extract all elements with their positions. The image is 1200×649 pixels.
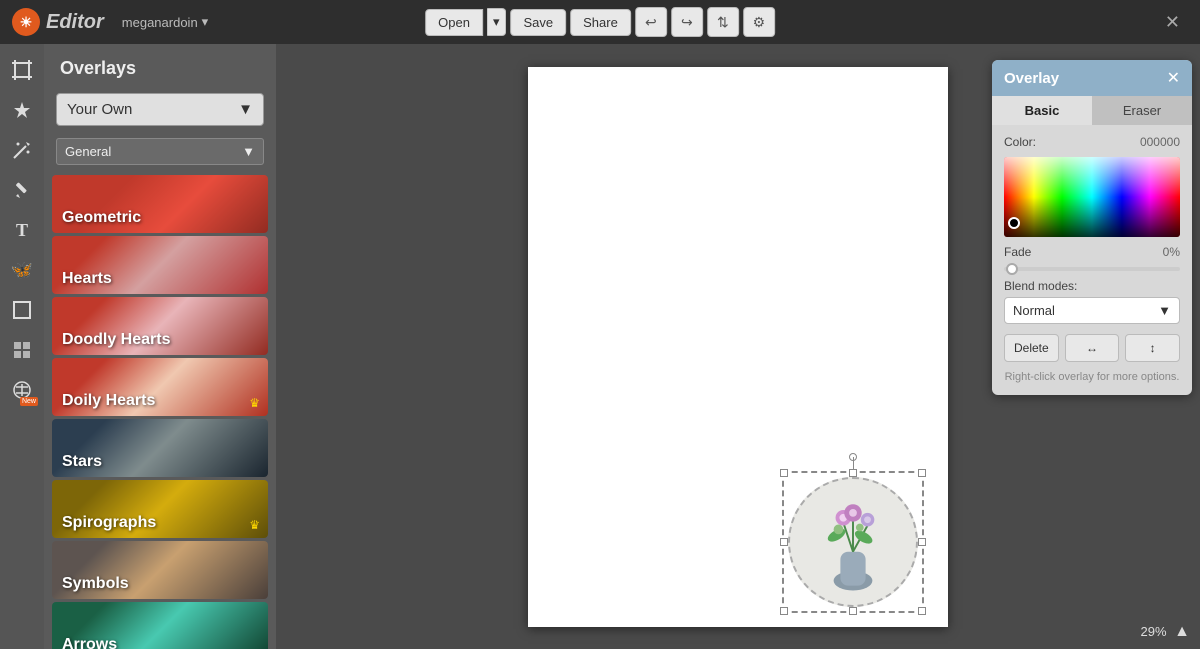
crown-badge-icon: ♛: [249, 396, 260, 410]
overlay-list: GeometricHeartsDoodly HeartsDoily Hearts…: [44, 171, 276, 649]
dropdown-arrow-icon: ▼: [238, 101, 253, 118]
frames-tool[interactable]: [6, 334, 38, 366]
fade-row: Fade 0%: [1004, 245, 1180, 259]
butterfly-tool[interactable]: 🦋: [6, 254, 38, 286]
overlay-item-label: Stars: [52, 447, 112, 477]
crown-badge-icon: ♛: [249, 518, 260, 532]
logo-area: ☀ Editor: [12, 8, 104, 36]
overlay-item-stars[interactable]: Stars: [52, 419, 268, 477]
color-picker-dot[interactable]: [1008, 217, 1020, 229]
editor-title: Editor: [46, 11, 104, 34]
wand-tool[interactable]: [6, 134, 38, 166]
overlay-panel-title: Overlay: [1004, 70, 1059, 87]
blend-arrow-icon: ▼: [1158, 303, 1171, 318]
overlay-item-label: Arrows: [52, 630, 127, 649]
share-button[interactable]: Share: [570, 9, 631, 36]
color-row: Color: 000000: [1004, 135, 1180, 149]
category-row: General ▼: [44, 132, 276, 171]
settings-button[interactable]: ⚙: [743, 7, 775, 37]
dropdown-label: Your Own: [67, 101, 132, 118]
user-dropdown[interactable]: meganardoin ▾: [122, 14, 208, 30]
border-tool[interactable]: [6, 294, 38, 326]
overlay-item-hearts[interactable]: Hearts: [52, 236, 268, 294]
flip-horizontal-button[interactable]: ↔: [1065, 334, 1120, 362]
left-tools: T 🦋 New: [0, 44, 44, 649]
logo-icon: ☀: [12, 8, 40, 36]
user-chevron-icon: ▾: [202, 14, 209, 30]
tab-eraser[interactable]: Eraser: [1092, 96, 1192, 125]
flip-button[interactable]: ⇅: [707, 7, 739, 37]
canvas-paper: [528, 67, 948, 627]
redo-button[interactable]: ↪: [671, 7, 703, 37]
your-own-dropdown[interactable]: Your Own ▼: [56, 93, 264, 126]
overlay-item-doodly-hearts[interactable]: Doodly Hearts: [52, 297, 268, 355]
overlay-panel: Overlays Your Own ▼ General ▼ Geometric H…: [44, 44, 276, 649]
close-button[interactable]: ✕: [1157, 8, 1188, 37]
draw-tool[interactable]: [6, 174, 38, 206]
hint-text: Right-click overlay for more options.: [1004, 370, 1180, 385]
delete-button[interactable]: Delete: [1004, 334, 1059, 362]
overlay-item-label: Hearts: [52, 264, 122, 294]
overlay-item-label: Symbols: [52, 569, 139, 599]
open-dropdown-button[interactable]: ▾: [487, 8, 507, 36]
flip-vertical-button[interactable]: ↕: [1125, 334, 1180, 362]
category-dropdown[interactable]: General ▼: [56, 138, 264, 165]
color-label: Color:: [1004, 135, 1054, 149]
undo-button[interactable]: ↩: [635, 7, 667, 37]
action-buttons: Delete ↔ ↕: [1004, 334, 1180, 362]
fade-slider-thumb[interactable]: [1006, 263, 1018, 275]
overlay-panel-tabs: Basic Eraser: [992, 96, 1192, 125]
fade-slider[interactable]: [1004, 267, 1180, 271]
overlay-panel-body: Color: 000000 Fade 0% Blend modes: Norma…: [992, 125, 1192, 395]
overlay-item-label: Spirographs: [52, 508, 166, 538]
tab-basic[interactable]: Basic: [992, 96, 1092, 125]
zoom-up-icon[interactable]: ▲: [1174, 623, 1190, 640]
color-value: 000000: [1140, 135, 1180, 149]
blend-value: Normal: [1013, 303, 1055, 318]
blend-modes-label: Blend modes:: [1004, 279, 1180, 293]
overlay-item-spirographs[interactable]: Spirographs ♛: [52, 480, 268, 538]
crop-tool[interactable]: [6, 54, 38, 86]
overlay-item-symbols[interactable]: Symbols: [52, 541, 268, 599]
overlay-item-geometric[interactable]: Geometric: [52, 175, 268, 233]
username-label: meganardoin: [122, 15, 198, 30]
new-badge: New: [20, 397, 38, 406]
category-arrow-icon: ▼: [242, 144, 255, 159]
open-button[interactable]: Open: [425, 9, 483, 36]
panel-title: Overlays: [44, 44, 276, 87]
center-toolbar: Open ▾ Save Share ↩ ↪ ⇅ ⚙: [425, 0, 775, 44]
new-tool[interactable]: New: [6, 374, 38, 406]
canvas-image[interactable]: [788, 477, 918, 607]
overlay-settings-panel: Overlay ✕ Basic Eraser Color: 000000 Fad…: [992, 60, 1192, 395]
color-picker[interactable]: [1004, 157, 1180, 237]
fade-value: 0%: [1163, 245, 1180, 259]
enhance-tool[interactable]: [6, 94, 38, 126]
save-button[interactable]: Save: [511, 9, 567, 36]
blend-modes-dropdown[interactable]: Normal ▼: [1004, 297, 1180, 324]
fade-label: Fade: [1004, 245, 1031, 259]
zoom-indicator: 29% ▲: [1141, 623, 1191, 641]
dropdown-row: Your Own ▼: [44, 87, 276, 132]
overlay-item-label: Doodly Hearts: [52, 325, 180, 355]
text-tool[interactable]: T: [6, 214, 38, 246]
overlay-item-arrows[interactable]: Arrows: [52, 602, 268, 649]
overlay-panel-close[interactable]: ✕: [1167, 68, 1180, 88]
overlay-item-label: Doily Hearts: [52, 386, 165, 416]
overlay-item-doily-hearts[interactable]: Doily Hearts ♛: [52, 358, 268, 416]
overlay-panel-header: Overlay ✕: [992, 60, 1192, 96]
color-gradient: [1004, 157, 1180, 237]
zoom-value: 29%: [1141, 624, 1167, 639]
category-label: General: [65, 144, 111, 159]
overlay-item-label: Geometric: [52, 203, 151, 233]
flower-vase-svg: [790, 477, 916, 607]
